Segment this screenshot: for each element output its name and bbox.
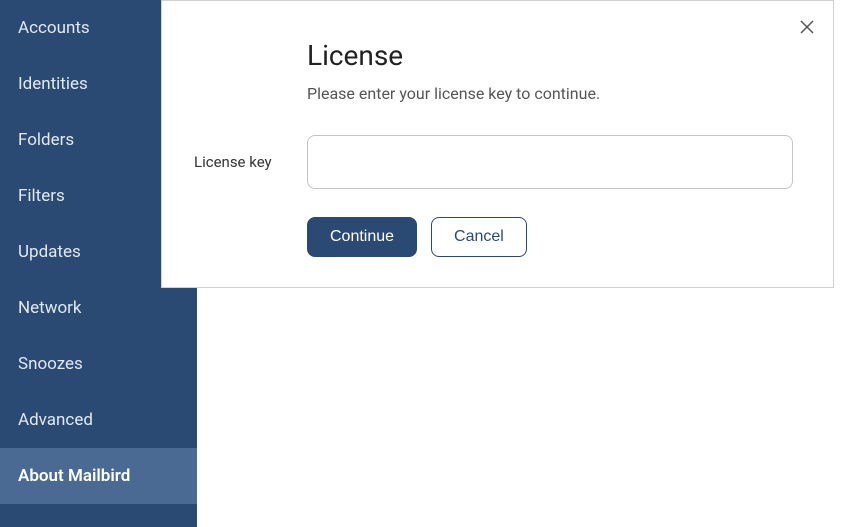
close-button[interactable] (795, 15, 819, 39)
license-key-input[interactable] (307, 135, 793, 189)
cancel-button[interactable]: Cancel (431, 217, 527, 257)
dialog-subtitle: Please enter your license key to continu… (307, 84, 793, 103)
dialog-buttons: Continue Cancel (307, 217, 793, 257)
dialog-title: License (307, 39, 793, 72)
license-key-row: License key (192, 135, 793, 189)
sidebar-item-snoozes[interactable]: Snoozes (0, 336, 197, 392)
sidebar-item-advanced[interactable]: Advanced (0, 392, 197, 448)
sidebar-item-network[interactable]: Network (0, 280, 197, 336)
license-key-label: License key (192, 153, 307, 171)
license-dialog: License Please enter your license key to… (161, 0, 834, 288)
sidebar-item-about-mailbird[interactable]: About Mailbird (0, 448, 197, 504)
continue-button[interactable]: Continue (307, 217, 417, 257)
close-icon (800, 20, 814, 34)
main-content: License Please enter your license key to… (197, 0, 841, 527)
